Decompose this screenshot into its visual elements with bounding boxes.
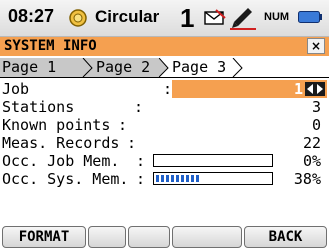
- row-occ-sys-mem: Occ. Sys. Mem. : 38%: [0, 170, 329, 188]
- colon: :: [134, 98, 144, 116]
- target-icon: [69, 9, 87, 27]
- left-right-arrows-icon[interactable]: [305, 82, 325, 96]
- tab-underline: [0, 77, 329, 78]
- status-bar: 08:27 Circular 1 NUM: [0, 0, 329, 37]
- job-label: Job: [2, 80, 30, 98]
- window-title: SYSTEM INFO: [4, 38, 97, 54]
- face-indicator: 1: [180, 3, 195, 33]
- job-value: 1: [293, 80, 303, 98]
- occ-sys-mem-value: 38%: [293, 170, 321, 188]
- colon: :: [127, 134, 137, 152]
- colon: :: [136, 152, 146, 170]
- softkey-bar: FORMAT BACK: [0, 226, 329, 248]
- job-memory-bar: [153, 154, 273, 167]
- envelope-icon: [204, 9, 226, 25]
- tab-page-1[interactable]: Page 1: [0, 58, 82, 77]
- sys-memory-fill: [156, 175, 199, 182]
- softkey-format[interactable]: FORMAT: [2, 226, 86, 248]
- row-job: Job : 1: [0, 80, 329, 98]
- title-bar: SYSTEM INFO ×: [0, 37, 329, 56]
- stations-label: Stations: [2, 98, 75, 116]
- known-points-label: Known points: [2, 116, 111, 134]
- sys-memory-bar: [153, 172, 273, 185]
- tab-bar: Page 1 Page 2 Page 3: [0, 58, 329, 78]
- softkey-2[interactable]: [88, 226, 126, 248]
- known-points-value: 0: [311, 116, 321, 134]
- stations-value: 3: [311, 98, 321, 116]
- tab-page-3[interactable]: Page 3: [170, 58, 234, 77]
- tab-separator: [232, 58, 243, 78]
- pen-icon: [230, 8, 256, 30]
- colon: :: [163, 80, 173, 98]
- meas-records-value: 22: [302, 134, 321, 152]
- softkey-back[interactable]: BACK: [244, 226, 327, 248]
- colon: :: [118, 116, 128, 134]
- row-known-points: Known points : 0: [0, 116, 329, 134]
- softkey-4[interactable]: [172, 226, 242, 248]
- occ-job-mem-value: 0%: [302, 152, 321, 170]
- colon: :: [136, 170, 146, 188]
- close-button[interactable]: ×: [307, 38, 325, 54]
- tab-separator: [82, 58, 94, 78]
- row-stations: Stations : 3: [0, 98, 329, 116]
- row-meas-records: Meas. Records : 22: [0, 134, 329, 152]
- battery-icon: [298, 11, 322, 23]
- tab-separator: [158, 58, 170, 78]
- meas-records-label: Meas. Records: [2, 134, 120, 152]
- softkey-3[interactable]: [128, 226, 170, 248]
- measure-mode: Circular: [95, 7, 160, 26]
- occ-sys-mem-label: Occ. Sys. Mem.: [2, 170, 129, 188]
- num-lock-indicator: NUM: [264, 11, 290, 23]
- clock: 08:27: [8, 6, 55, 26]
- occ-job-mem-label: Occ. Job Mem.: [2, 152, 120, 170]
- job-selector[interactable]: 1: [172, 80, 327, 98]
- tab-page-2[interactable]: Page 2: [94, 58, 158, 77]
- row-occ-job-mem: Occ. Job Mem. : 0%: [0, 152, 329, 170]
